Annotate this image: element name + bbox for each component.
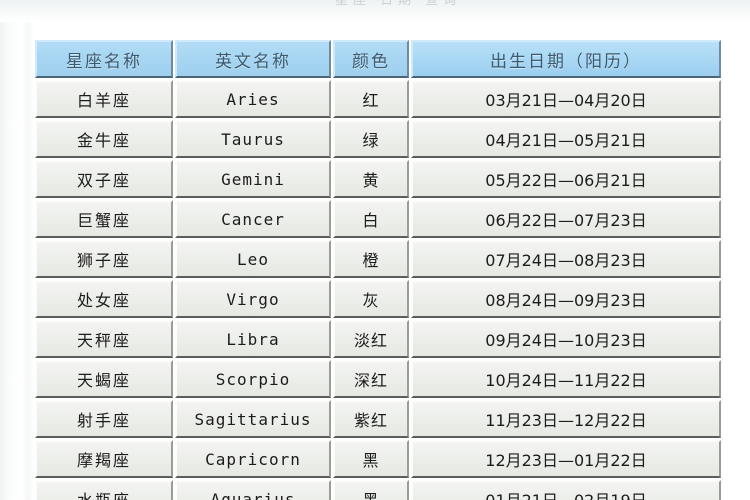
table-row: 狮子座 Leo 橙 07月24日—08月23日: [35, 240, 721, 278]
cell-name: 射手座: [35, 400, 173, 438]
column-header-english[interactable]: 英文名称: [175, 40, 331, 78]
cell-name: 处女座: [35, 280, 173, 318]
cell-date: 06月22日—07月23日: [411, 200, 721, 238]
cell-name: 摩羯座: [35, 440, 173, 478]
cell-english: Capricorn: [175, 440, 331, 478]
table-row: 天秤座 Libra 淡红 09月24日—10月23日: [35, 320, 721, 358]
cell-date: 05月22日—06月21日: [411, 160, 721, 198]
column-header-color[interactable]: 颜色: [333, 40, 409, 78]
top-cut-text: 星座 日期 查询: [335, 0, 462, 8]
cell-english: Scorpio: [175, 360, 331, 398]
cell-name: 白羊座: [35, 80, 173, 118]
cell-name: 双子座: [35, 160, 173, 198]
cell-english: Sagittarius: [175, 400, 331, 438]
table-header-row: 星座名称 英文名称 颜色 出生日期（阳历）: [35, 40, 721, 78]
cell-color: 黑: [333, 440, 409, 478]
column-header-name[interactable]: 星座名称: [35, 40, 173, 78]
cell-name: 金牛座: [35, 120, 173, 158]
cell-name: 狮子座: [35, 240, 173, 278]
cell-date: 10月24日—11月22日: [411, 360, 721, 398]
table-row: 处女座 Virgo 灰 08月24日—09月23日: [35, 280, 721, 318]
column-header-date[interactable]: 出生日期（阳历）: [411, 40, 721, 78]
table-row: 白羊座 Aries 红 03月21日—04月20日: [35, 80, 721, 118]
table-row: 射手座 Sagittarius 紫红 11月23日—12月22日: [35, 400, 721, 438]
table-header: 星座名称 英文名称 颜色 出生日期（阳历）: [35, 40, 721, 78]
cell-date: 11月23日—12月22日: [411, 400, 721, 438]
cell-english: Leo: [175, 240, 331, 278]
cell-color: 橙: [333, 240, 409, 278]
cell-color: 红: [333, 80, 409, 118]
zodiac-table: 星座名称 英文名称 颜色 出生日期（阳历） 白羊座 Aries 红 03月21日—04…: [33, 38, 723, 500]
cell-color: 白: [333, 200, 409, 238]
cell-color: 淡红: [333, 320, 409, 358]
cell-color: 深红: [333, 360, 409, 398]
cell-name: 巨蟹座: [35, 200, 173, 238]
cell-date: 03月21日—04月20日: [411, 80, 721, 118]
cell-english: Libra: [175, 320, 331, 358]
cell-color: 灰: [333, 280, 409, 318]
cell-name: 天秤座: [35, 320, 173, 358]
cell-english: Cancer: [175, 200, 331, 238]
cell-date: 08月24日—09月23日: [411, 280, 721, 318]
cell-english: Gemini: [175, 160, 331, 198]
cell-date: 12月23日—01月22日: [411, 440, 721, 478]
table-row: 摩羯座 Capricorn 黑 12月23日—01月22日: [35, 440, 721, 478]
cell-english: Aquarius: [175, 480, 331, 500]
cell-date: 09月24日—10月23日: [411, 320, 721, 358]
table-row: 双子座 Gemini 黄 05月22日—06月21日: [35, 160, 721, 198]
cell-english: Virgo: [175, 280, 331, 318]
cell-color: 紫红: [333, 400, 409, 438]
table-row: 金牛座 Taurus 绿 04月21日—05月21日: [35, 120, 721, 158]
cell-color: 绿: [333, 120, 409, 158]
table-row: 天蝎座 Scorpio 深红 10月24日—11月22日: [35, 360, 721, 398]
cell-color: 黄: [333, 160, 409, 198]
table-row: 水瓶座Aquarius黑01月21日—02月19日: [35, 480, 721, 500]
table-row: 巨蟹座 Cancer 白 06月22日—07月23日: [35, 200, 721, 238]
cell-english: Taurus: [175, 120, 331, 158]
top-cut-banner: 星座 日期 查询: [0, 0, 750, 22]
cell-name: 水瓶座: [35, 480, 173, 500]
page-root: 星座 日期 查询 星座名称 英文名称 颜色 出生日期（阳历） 白羊座 Aries 红…: [0, 0, 750, 500]
cell-name: 天蝎座: [35, 360, 173, 398]
cell-date: 01月21日—02月19日: [411, 480, 721, 500]
table-body: 白羊座 Aries 红 03月21日—04月20日 金牛座 Taurus 绿 04月21日—0…: [35, 80, 721, 500]
cell-color: 黑: [333, 480, 409, 500]
cell-date: 07月24日—08月23日: [411, 240, 721, 278]
cell-english: Aries: [175, 80, 331, 118]
cell-date: 04月21日—05月21日: [411, 120, 721, 158]
